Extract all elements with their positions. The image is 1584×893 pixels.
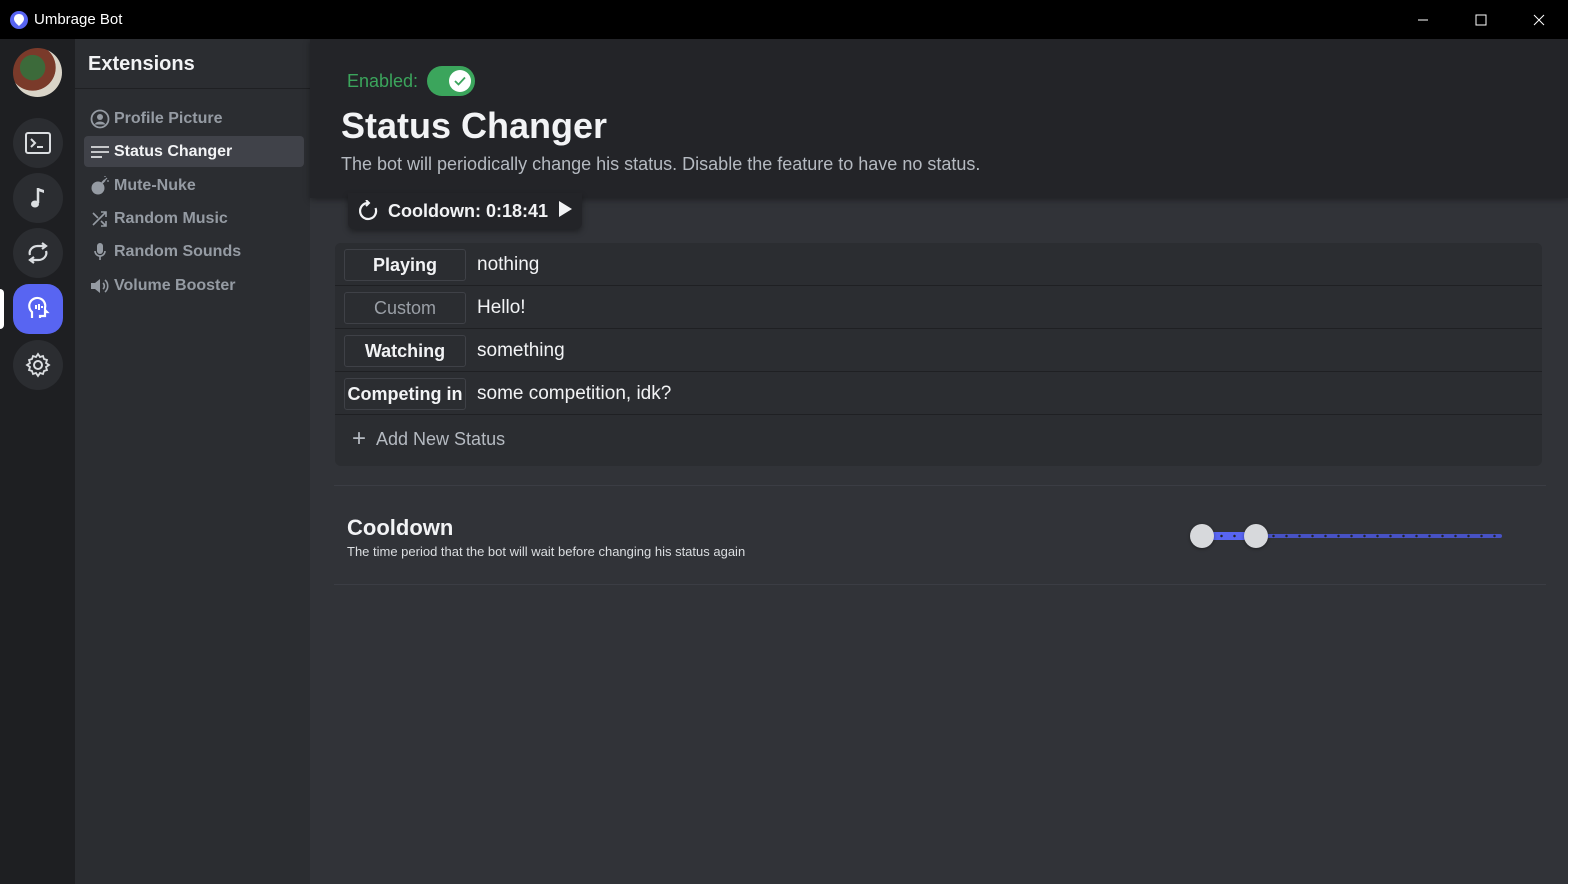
cooldown-setting-description: The time period that the bot will wait b…	[347, 544, 746, 559]
page-header: Enabled: Status Changer The bot will per…	[310, 39, 1568, 198]
status-text-input[interactable]: some competition, idk?	[477, 372, 671, 415]
play-icon	[559, 200, 573, 217]
close-icon	[1533, 14, 1545, 25]
close-button[interactable]	[1510, 0, 1568, 39]
rail-music-button[interactable]	[13, 173, 63, 223]
cooldown-timer: Cooldown: 0:18:41	[388, 200, 549, 221]
sidebar-item-label: Mute-Nuke	[114, 176, 196, 194]
sidebar-item-random-music[interactable]: Random Music	[84, 203, 304, 234]
bomb-icon	[90, 175, 110, 196]
status-type-button[interactable]: Playing	[344, 249, 466, 281]
user-circle-icon	[90, 109, 110, 129]
status-row: Custom Hello!	[335, 286, 1542, 329]
enabled-toggle[interactable]	[427, 66, 476, 96]
microphone-icon	[90, 242, 110, 262]
plus-icon: +	[352, 425, 367, 452]
play-button[interactable]	[558, 200, 573, 222]
maximize-button[interactable]	[1452, 0, 1510, 39]
sidebar-item-label: Random Music	[114, 209, 228, 227]
repeat-icon	[28, 242, 48, 264]
speaker-icon	[90, 276, 110, 296]
page-title: Status Changer	[341, 105, 608, 146]
rail-repeat-button[interactable]	[13, 228, 63, 278]
sidebar-item-status-changer[interactable]: Status Changer	[84, 136, 304, 167]
terminal-icon	[25, 132, 51, 154]
extensions-sidebar: Extensions Profile Picture Status Change…	[75, 39, 310, 884]
title-bar: Umbrage Bot	[0, 0, 1568, 39]
sidebar-title: Extensions	[88, 53, 195, 75]
status-row: Playing nothing	[335, 243, 1542, 286]
sidebar-item-label: Random Sounds	[114, 242, 242, 260]
status-text-input[interactable]: nothing	[477, 243, 539, 286]
rail-terminal-button[interactable]	[13, 118, 63, 168]
slider-min-thumb[interactable]	[1190, 524, 1214, 548]
sidebar-item-label: Volume Booster	[114, 276, 236, 294]
toggle-knob	[449, 70, 472, 92]
status-list: Playing nothing Custom Hello! Watching s…	[335, 243, 1542, 466]
cooldown-indicator: Cooldown: 0:18:41	[348, 193, 582, 229]
add-status-button[interactable]: + Add New Status	[352, 427, 505, 451]
sidebar-item-label: Profile Picture	[114, 109, 223, 127]
shuffle-icon	[90, 209, 110, 229]
sidebar-item-volume-booster[interactable]: Volume Booster	[84, 270, 304, 301]
slider-max-thumb[interactable]	[1244, 524, 1268, 548]
rail-settings-button[interactable]	[13, 340, 63, 390]
app-window: Extensions Profile Picture Status Change…	[0, 39, 1568, 884]
sidebar-item-random-sounds[interactable]: Random Sounds	[84, 236, 304, 267]
checkmark-icon	[454, 76, 466, 86]
status-text-input[interactable]: Hello!	[477, 286, 526, 329]
app-logo-icon	[10, 10, 28, 29]
status-type-button[interactable]: Custom	[344, 292, 466, 324]
status-row: Watching something	[335, 329, 1542, 372]
main-content: Enabled: Status Changer The bot will per…	[310, 39, 1568, 884]
cooldown-range-slider[interactable]	[1190, 522, 1505, 550]
status-text-input[interactable]: something	[477, 329, 565, 372]
section-divider	[334, 584, 1546, 585]
bot-avatar[interactable]	[13, 48, 62, 97]
status-type-button[interactable]: Competing in	[344, 378, 466, 410]
minimize-button[interactable]	[1394, 0, 1452, 39]
minimize-icon	[1418, 19, 1428, 20]
sidebar-item-profile-picture[interactable]: Profile Picture	[84, 103, 304, 134]
window-title: Umbrage Bot	[34, 11, 123, 28]
add-status-label: Add New Status	[376, 428, 506, 449]
sidebar-item-mute-nuke[interactable]: Mute-Nuke	[84, 170, 304, 201]
music-note-icon	[31, 188, 44, 208]
lines-icon	[90, 142, 110, 162]
extensions-icon	[28, 296, 50, 318]
screen-edge	[1568, 0, 1584, 893]
cooldown-setting-title: Cooldown	[347, 515, 454, 540]
refresh-icon	[359, 200, 378, 221]
maximize-icon	[1475, 14, 1487, 25]
sidebar-item-label: Status Changer	[114, 142, 233, 160]
rail-active-indicator	[0, 289, 4, 329]
gear-icon	[25, 352, 51, 378]
status-row: Competing in some competition, idk?	[335, 372, 1542, 415]
sidebar-divider	[75, 88, 310, 89]
enabled-label: Enabled:	[347, 70, 419, 91]
status-type-button[interactable]: Watching	[344, 335, 466, 367]
page-description: The bot will periodically change his sta…	[341, 154, 981, 174]
navigation-rail	[0, 39, 75, 884]
refresh-button[interactable]	[354, 197, 382, 225]
rail-extensions-button[interactable]	[13, 284, 63, 334]
screen-edge	[0, 884, 1584, 893]
section-divider	[334, 485, 1546, 486]
